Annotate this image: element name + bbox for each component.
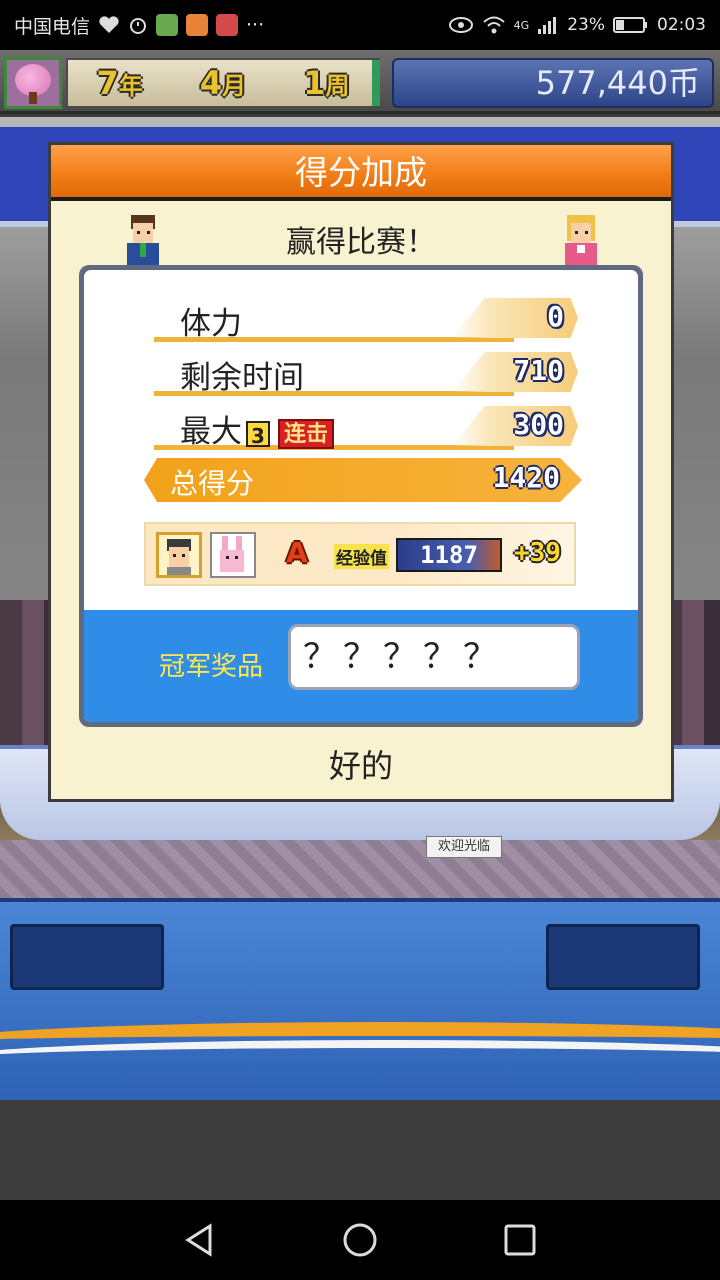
stamina-label: 体力 xyxy=(180,306,242,342)
app-notification-icon xyxy=(156,14,179,36)
home-circle-icon xyxy=(343,1223,377,1257)
wifi-icon xyxy=(482,15,506,35)
total-score-label: 总得分 xyxy=(170,467,255,500)
left-menu-slot[interactable] xyxy=(10,924,164,990)
week-unit: 周 xyxy=(325,72,350,100)
battery-percent: 23% xyxy=(567,15,605,35)
time-remaining-label: 剩余时间 xyxy=(180,360,304,396)
back-button[interactable] xyxy=(175,1215,225,1265)
video-app-icon xyxy=(186,14,209,36)
recents-button[interactable] xyxy=(495,1215,545,1265)
prize-label: 冠军奖品 xyxy=(159,652,264,682)
street-area xyxy=(0,840,720,900)
score-row: 剩余时间 710 xyxy=(154,352,578,396)
navigation-bar xyxy=(0,1200,720,1280)
heart-rate-icon xyxy=(98,15,120,35)
dialog-title: 得分加成 xyxy=(51,145,671,201)
eye-comfort-icon xyxy=(448,16,474,34)
signal-icon xyxy=(537,15,559,35)
status-bar: 中国电信 ··· 4G 23% 02:03 xyxy=(0,0,720,50)
carrier-label: 中国电信 xyxy=(14,15,91,38)
more-notifications-icon: ··· xyxy=(246,14,265,36)
experience-row: A 经验值 1187 +39 xyxy=(144,522,576,586)
staff-portrait-icon[interactable] xyxy=(156,532,202,578)
prize-section: 冠军奖品 ？？？？？ xyxy=(84,610,638,722)
money-display[interactable]: 577,440币 xyxy=(392,58,714,108)
battery-icon xyxy=(613,16,649,34)
exp-gain: +39 xyxy=(514,538,561,568)
total-score-value: 1420 xyxy=(492,461,560,494)
right-menu-slot[interactable] xyxy=(546,924,700,990)
female-character-portrait xyxy=(559,211,603,267)
timer-icon xyxy=(128,15,148,35)
exp-value: 1187 xyxy=(396,538,502,572)
date-display: 7年 4月 1周 xyxy=(66,58,380,108)
bottom-control-panel xyxy=(0,898,720,1100)
year-number: 7 xyxy=(96,64,119,102)
rabbit-mascot-icon[interactable] xyxy=(210,532,256,578)
year-unit: 年 xyxy=(118,72,143,100)
prize-value: ？？？？？ xyxy=(288,624,580,690)
max-combo-value: 300 xyxy=(513,408,564,441)
time-remaining-value: 710 xyxy=(513,354,564,387)
max-combo-label: 最大 xyxy=(180,414,242,450)
back-triangle-icon xyxy=(185,1223,212,1257)
week-number: 1 xyxy=(303,64,326,102)
rank-badge: A xyxy=(286,536,308,569)
ok-button[interactable]: 好的 xyxy=(251,741,471,791)
combo-tag: 连击 xyxy=(278,418,335,449)
season-thumbnail[interactable] xyxy=(4,57,62,109)
recents-square-icon xyxy=(504,1224,536,1256)
stamina-value: 0 xyxy=(547,300,564,333)
clock: 02:03 xyxy=(657,15,706,35)
total-score-row: 总得分 1420 xyxy=(144,458,582,502)
home-button[interactable] xyxy=(335,1215,385,1265)
network-type: 4G xyxy=(513,18,530,32)
combo-count-badge: 3 xyxy=(246,420,270,448)
exp-label: 经验值 xyxy=(334,544,389,569)
score-row: 体力 0 xyxy=(154,298,578,342)
month-number: 4 xyxy=(199,64,223,102)
score-bonus-dialog: 得分加成 赢得比赛！ 体力 0 剩余时间 710 最大 3 连击 300 总得分… xyxy=(48,142,674,802)
top-hud: 7年 4月 1周 577,440币 xyxy=(0,50,720,114)
month-unit: 月 xyxy=(222,72,247,100)
score-row: 最大 3 连击 300 xyxy=(154,406,578,450)
welcome-sign: 欢迎光临 xyxy=(426,836,502,858)
results-panel: 体力 0 剩余时间 710 最大 3 连击 300 总得分 1420 A 经验值… xyxy=(79,265,643,727)
game-app-icon xyxy=(216,14,239,36)
